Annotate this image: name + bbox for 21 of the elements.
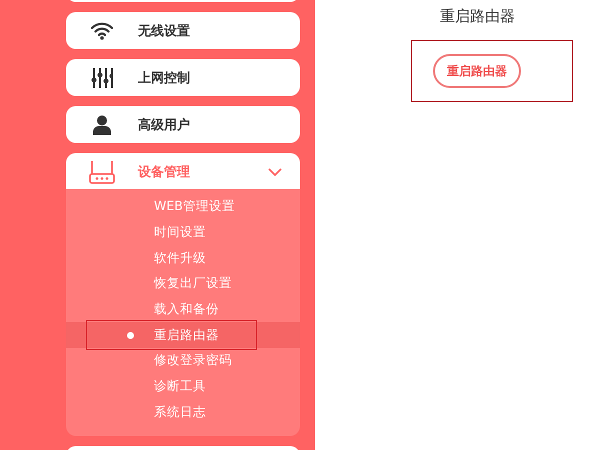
submenu-item[interactable]: 诊断工具 [154,378,206,396]
restart-button[interactable]: 重启路由器 [433,54,521,88]
sliders-icon [91,66,113,88]
router-icon [89,160,115,184]
bullet-icon [127,332,134,339]
page-title: 重启路由器 [440,7,515,26]
menu-item[interactable]: 上网控制 [66,59,300,96]
menu-item[interactable]: 高级用户 [66,106,300,143]
submenu-item[interactable]: 恢复出厂设置 [154,275,232,292]
wifi-icon [91,22,113,40]
submenu-item[interactable]: 时间设置 [154,224,206,242]
submenu-item[interactable]: 软件升级 [154,250,206,267]
submenu-item[interactable]: 系统日志 [154,404,206,421]
submenu-item[interactable]: 修改登录密码 [154,352,232,370]
chevron-down-icon [268,168,282,176]
submenu-item[interactable]: WEB管理设置 [154,198,235,216]
submenu-item[interactable]: 载入和备份 [154,301,219,318]
menu-item[interactable]: 无线设置 [66,12,300,49]
menu-item[interactable]: 设备管理 [66,153,300,190]
user-icon [93,114,111,134]
submenu-item[interactable]: 重启路由器 [154,326,219,344]
